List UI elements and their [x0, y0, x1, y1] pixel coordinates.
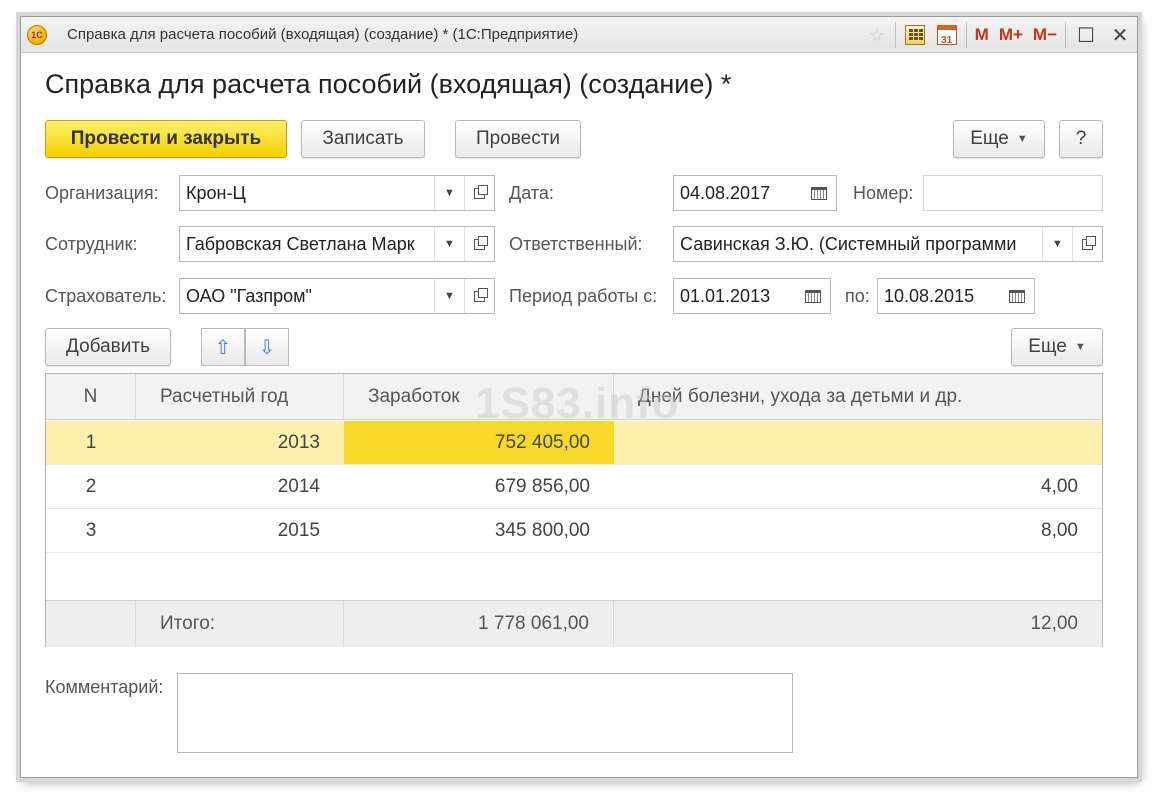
calendar-icon[interactable] — [1000, 279, 1034, 313]
totals-earnings: 1 778 061,00 — [344, 601, 614, 647]
period-from-field[interactable]: 01.01.2013 — [673, 278, 831, 314]
separator — [965, 22, 967, 48]
column-header-year[interactable]: Расчетный год — [136, 374, 344, 419]
memory-button-m[interactable]: M — [970, 17, 994, 53]
period-to-field[interactable]: 10.08.2015 — [877, 278, 1035, 314]
table-more-label: Еще — [1028, 336, 1067, 357]
chevron-down-icon[interactable]: ▼ — [434, 227, 464, 261]
chevron-down-icon[interactable]: ▼ — [434, 279, 464, 313]
more-button-label: Еще — [970, 128, 1009, 149]
column-header-n[interactable]: N — [46, 374, 136, 419]
move-up-button[interactable]: ⇧ — [201, 328, 245, 366]
separator — [894, 22, 896, 48]
earnings-table[interactable]: N Расчетный год Заработок Дней болезни, … — [45, 373, 1103, 647]
chevron-down-icon: ▼ — [1074, 341, 1086, 353]
insurer-value[interactable]: ОАО "Газпром" — [180, 279, 434, 313]
chevron-down-icon[interactable]: ▼ — [434, 176, 464, 210]
close-icon[interactable]: ✕ — [1103, 17, 1137, 53]
1c-logo-icon[interactable]: 1С — [27, 25, 47, 45]
chevron-down-icon: ▼ — [1016, 133, 1028, 145]
row-number[interactable]: 3 — [46, 509, 136, 552]
arrow-down-icon: ⇩ — [258, 336, 276, 359]
more-button[interactable]: Еще ▼ — [953, 120, 1045, 158]
row-days[interactable]: 8,00 — [614, 509, 1102, 552]
row-earnings[interactable]: 752 405,00 — [344, 421, 614, 464]
open-icon[interactable] — [464, 227, 494, 261]
organization-value[interactable]: Крон-Ц — [180, 176, 434, 210]
post-button[interactable]: Провести — [455, 120, 581, 158]
responsible-value[interactable]: Савинская З.Ю. (Системный программи — [674, 227, 1042, 261]
help-button[interactable]: ? — [1059, 120, 1103, 158]
title-bar: 1С Справка для расчета пособий (входящая… — [21, 17, 1137, 53]
favorite-star-icon[interactable]: ☆ — [862, 17, 892, 53]
period-to-value[interactable]: 10.08.2015 — [878, 279, 1000, 313]
maximize-icon[interactable]: ☐ — [1069, 17, 1103, 53]
move-down-button[interactable]: ⇩ — [245, 328, 289, 366]
row-earnings[interactable]: 345 800,00 — [344, 509, 614, 552]
memory-button-m-minus[interactable]: M− — [1028, 17, 1062, 53]
open-icon[interactable] — [464, 279, 494, 313]
table-header: N Расчетный год Заработок Дней болезни, … — [46, 374, 1102, 420]
row-year[interactable]: 2014 — [136, 465, 344, 508]
period-from-value[interactable]: 01.01.2013 — [674, 279, 796, 313]
employee-label: Сотрудник: — [45, 234, 138, 254]
open-icon[interactable] — [1072, 227, 1102, 261]
calendar-icon[interactable] — [796, 279, 830, 313]
row-days[interactable]: 4,00 — [614, 465, 1102, 508]
row-earnings[interactable]: 679 856,00 — [344, 465, 614, 508]
row-number[interactable]: 1 — [46, 421, 136, 464]
date-label: Дата: — [509, 183, 554, 203]
totals-days: 12,00 — [1030, 613, 1078, 634]
responsible-field[interactable]: Савинская З.Ю. (Системный программи ▼ — [673, 226, 1103, 262]
row-year[interactable]: 2015 — [136, 509, 344, 552]
table-row[interactable]: 2 2014 679 856,00 4,00 — [46, 465, 1102, 509]
app-window: 1С Справка для расчета пособий (входящая… — [20, 16, 1138, 778]
period-to-label: по: — [845, 286, 870, 306]
period-from-label: Период работы с: — [509, 286, 658, 306]
chevron-down-icon[interactable]: ▼ — [1042, 227, 1072, 261]
date-field[interactable]: 04.08.2017 — [673, 175, 837, 211]
table-row[interactable]: 1 2013 752 405,00 — [46, 421, 1102, 465]
separator — [1065, 22, 1066, 48]
add-row-button[interactable]: Добавить — [45, 328, 171, 366]
calendar-icon[interactable] — [802, 176, 836, 210]
memory-button-m-plus[interactable]: M+ — [994, 17, 1028, 53]
calculator-icon[interactable] — [904, 25, 925, 45]
table-row[interactable]: 3 2015 345 800,00 8,00 — [46, 509, 1102, 553]
column-header-earnings[interactable]: Заработок — [344, 374, 614, 419]
window-title: Справка для расчета пособий (входящая) (… — [67, 26, 579, 43]
employee-field[interactable]: Габровская Светлана Марк ▼ — [179, 226, 495, 262]
column-header-days[interactable]: Дней болезни, ухода за детьми и др. — [614, 374, 1102, 419]
page-title: Справка для расчета пособий (входящая) (… — [45, 69, 732, 99]
comment-label: Комментарий: — [45, 677, 164, 697]
number-field[interactable] — [923, 175, 1103, 211]
comment-field[interactable] — [177, 673, 793, 753]
row-number[interactable]: 2 — [46, 465, 136, 508]
responsible-label: Ответственный: — [509, 234, 643, 254]
insurer-label: Страхователь: — [45, 286, 167, 306]
open-icon[interactable] — [464, 176, 494, 210]
organization-label: Организация: — [45, 183, 159, 203]
post-and-close-button[interactable]: Провести и закрыть — [45, 120, 287, 158]
employee-value[interactable]: Габровская Светлана Марк — [180, 227, 434, 261]
totals-label: Итого: — [136, 601, 344, 647]
number-label: Номер: — [853, 183, 914, 203]
calendar-icon[interactable]: 31 — [936, 25, 957, 46]
insurer-field[interactable]: ОАО "Газпром" ▼ — [179, 278, 495, 314]
date-value[interactable]: 04.08.2017 — [674, 176, 802, 210]
table-more-button[interactable]: Еще ▼ — [1011, 328, 1103, 366]
title-bar-tools: ☆ 31 M M+ M− ☐ ✕ — [862, 17, 1137, 53]
table-totals-row: Итого: 1 778 061,00 12,00 — [46, 600, 1102, 647]
row-days[interactable] — [614, 421, 1102, 464]
organization-field[interactable]: Крон-Ц ▼ — [179, 175, 495, 211]
totals-empty-cell — [46, 601, 136, 647]
arrow-up-icon: ⇧ — [214, 336, 232, 359]
row-year[interactable]: 2013 — [136, 421, 344, 464]
number-value[interactable] — [924, 176, 1102, 210]
save-button[interactable]: Записать — [301, 120, 425, 158]
